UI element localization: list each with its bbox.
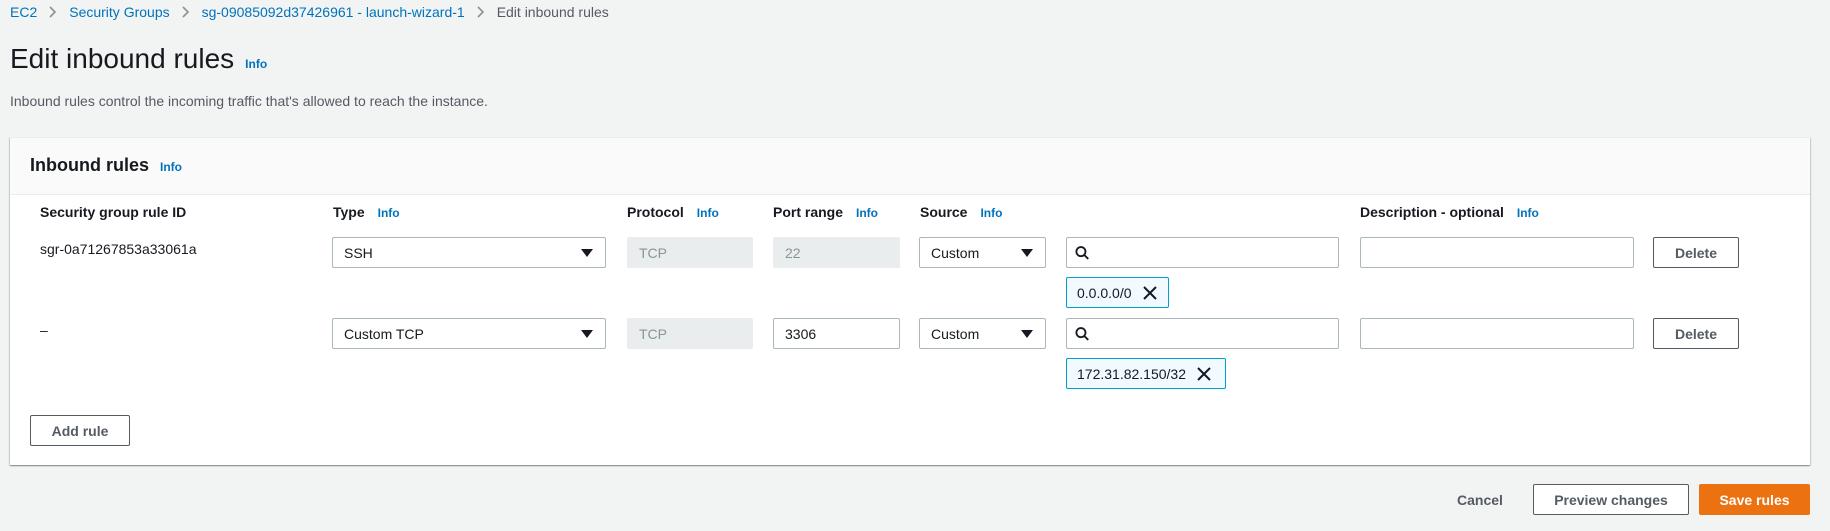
panel-info-link[interactable]: Info: [160, 160, 182, 174]
description-field[interactable]: [1371, 325, 1633, 342]
column-header-port-range: Port range Info: [773, 204, 879, 220]
type-select-value: Custom TCP: [344, 325, 424, 342]
caret-down-icon: [1021, 330, 1033, 338]
delete-rule-button[interactable]: Delete: [1653, 318, 1739, 349]
delete-rule-button[interactable]: Delete: [1653, 237, 1739, 268]
cidr-search-input[interactable]: [1066, 237, 1339, 268]
cidr-token-label: 0.0.0.0/0: [1077, 284, 1132, 301]
rule-id: –: [40, 322, 48, 338]
page-header: Edit inbound rules Info: [10, 43, 267, 75]
port-range-field: 22: [773, 237, 900, 268]
description-input[interactable]: [1360, 318, 1634, 349]
description-info-link[interactable]: Info: [1517, 206, 1539, 220]
chevron-right-icon: [37, 3, 69, 21]
cidr-search-field[interactable]: [1097, 244, 1338, 261]
cidr-token-label: 172.31.82.150/32: [1077, 365, 1186, 382]
type-info-link[interactable]: Info: [378, 206, 400, 220]
add-rule-button[interactable]: Add rule: [30, 415, 130, 446]
column-header-description: Description - optional Info: [1360, 204, 1539, 220]
protocol-info-link[interactable]: Info: [697, 206, 719, 220]
rule-id: sgr-0a71267853a33061a: [40, 241, 197, 257]
page-info-link[interactable]: Info: [245, 57, 267, 71]
cidr-search-input[interactable]: [1066, 318, 1339, 349]
port-range-input[interactable]: 3306: [773, 318, 900, 349]
inbound-rules-panel: Inbound rules Info Security group rule I…: [10, 137, 1810, 465]
remove-token-button[interactable]: [1195, 365, 1213, 383]
caret-down-icon: [581, 330, 593, 338]
description-field[interactable]: [1371, 244, 1633, 261]
source-select[interactable]: Custom: [919, 237, 1046, 268]
source-select-value: Custom: [931, 325, 980, 342]
column-header-type: Type Info: [333, 204, 400, 220]
breadcrumb: EC2 Security Groups sg-09085092d37426961…: [10, 1, 609, 23]
close-icon: [1197, 366, 1211, 381]
cidr-token: 0.0.0.0/0: [1066, 277, 1169, 308]
column-header-protocol: Protocol Info: [627, 204, 719, 220]
source-select[interactable]: Custom: [919, 318, 1046, 349]
panel-title: Inbound rules: [30, 155, 149, 175]
caret-down-icon: [1021, 249, 1033, 257]
column-header-source: Source Info: [920, 204, 1003, 220]
protocol-field: TCP: [627, 318, 753, 349]
search-icon: [1075, 245, 1089, 260]
preview-changes-button[interactable]: Preview changes: [1533, 484, 1689, 515]
breadcrumb-ec2[interactable]: EC2: [10, 4, 37, 20]
page-title: Edit inbound rules: [10, 43, 235, 74]
description-input[interactable]: [1360, 237, 1634, 268]
breadcrumb-current: Edit inbound rules: [496, 4, 609, 20]
type-select-value: SSH: [344, 244, 373, 261]
chevron-right-icon: [465, 3, 497, 21]
breadcrumb-security-group[interactable]: sg-09085092d37426961 - launch-wizard-1: [202, 4, 465, 20]
type-select[interactable]: Custom TCP: [332, 318, 606, 349]
close-icon: [1142, 285, 1157, 300]
caret-down-icon: [581, 249, 593, 257]
column-header-rule-id: Security group rule ID: [40, 204, 187, 220]
protocol-field: TCP: [627, 237, 753, 268]
save-rules-button[interactable]: Save rules: [1699, 484, 1810, 515]
source-info-link[interactable]: Info: [980, 206, 1002, 220]
page-description: Inbound rules control the incoming traff…: [10, 93, 488, 109]
port-range-info-link[interactable]: Info: [856, 206, 878, 220]
search-icon: [1075, 326, 1089, 341]
source-select-value: Custom: [931, 244, 980, 261]
type-select[interactable]: SSH: [332, 237, 606, 268]
cidr-search-field[interactable]: [1097, 325, 1338, 342]
cidr-token: 172.31.82.150/32: [1066, 358, 1226, 389]
cancel-button[interactable]: Cancel: [1446, 484, 1514, 515]
chevron-right-icon: [170, 3, 202, 21]
remove-token-button[interactable]: [1141, 284, 1159, 302]
breadcrumb-security-groups[interactable]: Security Groups: [69, 4, 169, 20]
panel-header: Inbound rules Info: [10, 138, 1810, 195]
